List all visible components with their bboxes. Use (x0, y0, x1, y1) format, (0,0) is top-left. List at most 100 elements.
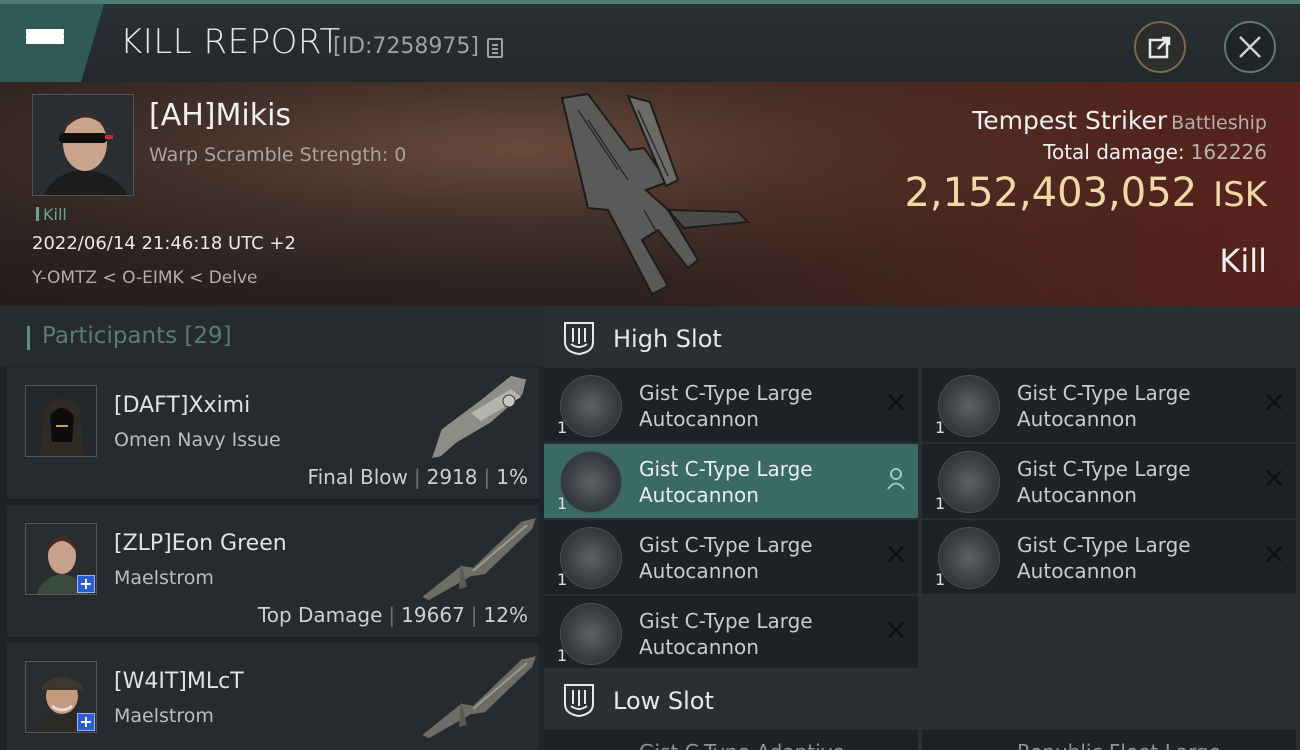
high-slot-header: High Slot (544, 306, 1300, 370)
victim-banner: [AH]Mikis Warp Scramble Strength: 0 Kill… (0, 82, 1300, 306)
module-name-line1: Gist C-Type Large (1017, 381, 1191, 405)
module-name: Gist C-Type Large Autocannon (1017, 532, 1247, 584)
module-name-line2: Autocannon (639, 483, 759, 507)
participant-ship-image (429, 374, 528, 460)
share-icon (1148, 36, 1171, 59)
module-name: Gist C-Type Large Autocannon (1017, 380, 1247, 432)
destroyed-x-icon (888, 622, 904, 638)
isk-unit: ISK (1213, 175, 1267, 215)
module-name-line1: Gist C-Type Large (639, 533, 813, 557)
destroyed-x-icon (1266, 394, 1282, 410)
header-bar: KILL REPORT [ID:7258975] (0, 0, 1300, 82)
module-name: Gist C-Type Adaptive (639, 740, 845, 750)
module-item-selected[interactable]: 1 Gist C-Type Large Autocannon (544, 444, 918, 518)
ship-class-label: Battleship (1171, 112, 1267, 134)
module-quantity: 1 (935, 570, 946, 589)
avatar[interactable] (25, 385, 97, 457)
menu-button[interactable] (0, 4, 104, 82)
copy-icon[interactable] (487, 38, 503, 58)
module-name-line1: Gist C-Type Large (1017, 533, 1191, 557)
top-damage-label: Top Damage (257, 603, 383, 627)
avatar[interactable]: + (25, 661, 97, 733)
module-name: Gist C-Type Large Autocannon (639, 456, 869, 508)
total-damage: Total damage: 162226 (1043, 140, 1267, 164)
participants-label: Participants (42, 323, 178, 349)
module-item[interactable]: 1 Gist C-Type Large Autocannon (544, 368, 918, 442)
participant-percent: 12% (483, 603, 528, 627)
avatar[interactable]: + (25, 523, 97, 595)
share-button[interactable] (1134, 21, 1186, 73)
module-quantity: 1 (557, 494, 568, 513)
module-name: Gist C-Type Large Autocannon (639, 380, 869, 432)
report-id: [ID:7258975] (333, 34, 479, 59)
victim-ship-image[interactable] (548, 90, 758, 300)
participant-stats: Top Damage | 19667 | 12% (257, 603, 528, 627)
close-button[interactable] (1224, 21, 1276, 73)
kill-result: Kill (1219, 242, 1267, 280)
close-icon (1239, 36, 1261, 58)
module-quantity: 1 (557, 646, 568, 665)
module-name-line2: Autocannon (1017, 407, 1137, 431)
participant-stats: Final Blow | 2918 | 1% (307, 465, 528, 489)
module-name-line1: Gist C-Type Large (1017, 457, 1191, 481)
victim-name[interactable]: [AH]Mikis (149, 98, 291, 133)
module-quantity: 1 (557, 418, 568, 437)
hamburger-icon (26, 29, 64, 57)
module-name-line2: Autocannon (1017, 559, 1137, 583)
victim-portrait[interactable] (32, 94, 134, 196)
participant-name: [DAFT]Xximi (114, 393, 251, 418)
victim-ship-name[interactable]: Tempest Striker Battleship (972, 106, 1267, 135)
module-name: Gist C-Type Large Autocannon (639, 608, 869, 660)
low-slot-icon (564, 684, 594, 718)
module-item[interactable]: Gist C-Type Adaptive (544, 730, 918, 750)
module-item[interactable]: 1 Gist C-Type Large Autocannon (544, 520, 918, 594)
module-item[interactable]: Republic Fleet Large (922, 730, 1296, 750)
module-quantity: 1 (557, 570, 568, 589)
participant-name: [W4IT]MLcT (114, 669, 244, 694)
page-title: KILL REPORT (120, 22, 341, 62)
warp-scramble-strength: Warp Scramble Strength: 0 (149, 144, 407, 166)
total-damage-label: Total damage: (1043, 140, 1185, 164)
autocannon-icon (560, 375, 622, 437)
module-item[interactable]: 1 Gist C-Type Large Autocannon (922, 444, 1296, 518)
module-name: Gist C-Type Large Autocannon (639, 532, 869, 584)
low-slot-title: Low Slot (613, 687, 714, 715)
hooded-portrait-icon (26, 386, 96, 456)
participant-ship-image (419, 515, 539, 602)
kill-tag: Kill (36, 205, 67, 224)
module-item[interactable]: 1 Gist C-Type Large Autocannon (922, 520, 1296, 594)
participant-ship: Maelstrom (114, 705, 214, 727)
module-item[interactable]: 1 Gist C-Type Large Autocannon (544, 596, 918, 670)
low-slot-header: Low Slot (544, 668, 1300, 732)
kill-location[interactable]: Y-OMTZ < O-EIMK < Delve (32, 268, 258, 288)
participant-row[interactable]: [DAFT]Xximi Omen Navy Issue Final Blow | 2… (7, 367, 539, 501)
isk-value: 2,152,403,052 ISK (904, 170, 1267, 216)
participants-panel: Participants [29] [DAFT]Xximi Omen Navy … (0, 306, 544, 750)
module-name-line2: Autocannon (639, 635, 759, 659)
module-name-line1: Gist C-Type Large (639, 381, 813, 405)
module-name-line2: Autocannon (639, 559, 759, 583)
participants-header: Participants [29] (0, 306, 544, 366)
section-marker (27, 326, 30, 350)
module-name-line2: Autocannon (639, 407, 759, 431)
module-name: Gist C-Type Large Autocannon (1017, 456, 1247, 508)
participants-count: [29] (184, 323, 232, 349)
participant-damage: 2918 (426, 465, 478, 489)
module-name-line1: Gist C-Type Large (639, 457, 813, 481)
module-name-line2: Autocannon (1017, 483, 1137, 507)
total-damage-value: 162226 (1190, 140, 1267, 164)
high-slot-title: High Slot (613, 325, 722, 353)
isk-amount: 2,152,403,052 (904, 170, 1198, 216)
plus-badge-icon: + (77, 575, 95, 593)
high-slot-icon (564, 322, 594, 356)
autocannon-icon (938, 375, 1000, 437)
participant-name: [ZLP]Eon Green (114, 531, 287, 556)
pilot-icon (887, 468, 905, 490)
destroyed-x-icon (888, 546, 904, 562)
participant-row[interactable]: + [ZLP]Eon Green Maelstrom Top Damage | 19… (7, 505, 539, 639)
participant-percent: 1% (496, 465, 528, 489)
participants-title: Participants [29] (42, 323, 232, 349)
module-item[interactable]: 1 Gist C-Type Large Autocannon (922, 368, 1296, 442)
destroyed-x-icon (1266, 546, 1282, 562)
participant-row[interactable]: + [W4IT]MLcT Maelstrom (7, 643, 539, 750)
